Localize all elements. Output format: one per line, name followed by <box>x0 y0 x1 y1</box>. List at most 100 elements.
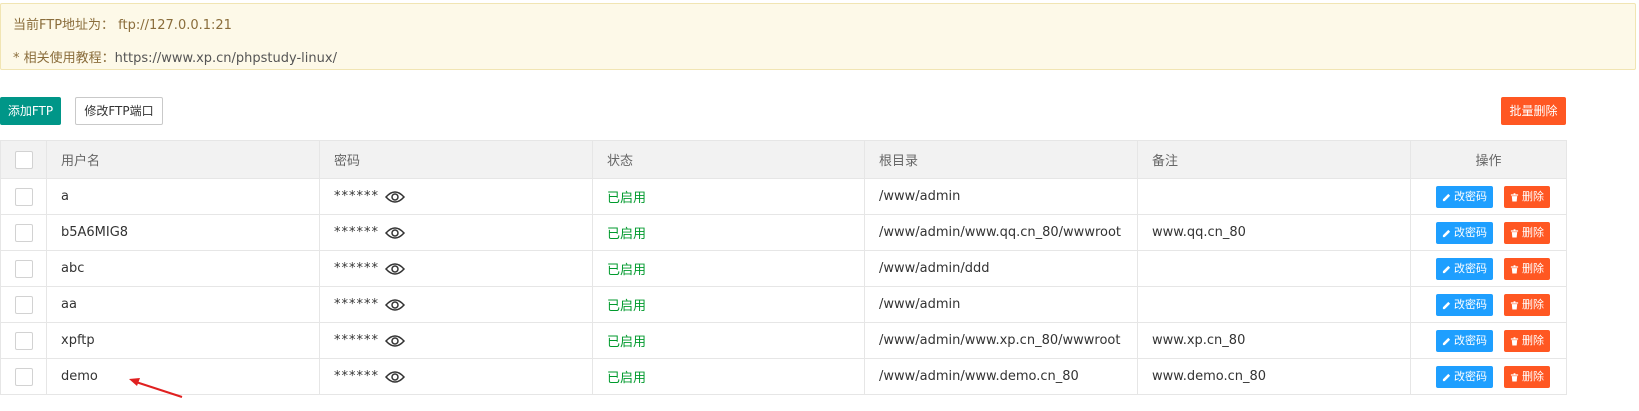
cell-password: ****** <box>319 178 593 215</box>
cell-password: ****** <box>319 250 593 287</box>
row-checkbox[interactable] <box>15 259 33 278</box>
change-password-button[interactable]: 改密码 <box>1436 329 1493 352</box>
trash-icon <box>1510 370 1522 383</box>
cell-status: 已启用 <box>592 358 865 395</box>
trash-icon <box>1510 262 1522 275</box>
edit-icon <box>1442 370 1454 383</box>
row-checkbox[interactable] <box>15 223 33 242</box>
change-password-button[interactable]: 改密码 <box>1436 221 1493 244</box>
select-all-checkbox[interactable] <box>15 150 33 169</box>
row-checkbox[interactable] <box>15 367 33 386</box>
change-password-label: 改密码 <box>1454 189 1487 203</box>
arrow-annotation <box>129 378 183 398</box>
cell-status: 已启用 <box>592 214 865 251</box>
cell-username: xpftp <box>46 322 320 359</box>
delete-label: 删除 <box>1522 189 1544 203</box>
password-mask: ****** <box>334 261 379 276</box>
delete-button[interactable]: 删除 <box>1504 329 1550 352</box>
change-password-button[interactable]: 改密码 <box>1436 257 1493 280</box>
cell-status: 已启用 <box>592 322 865 359</box>
eye-icon[interactable] <box>384 226 406 240</box>
delete-label: 删除 <box>1522 225 1544 239</box>
table-row: a ****** 已启用/www/admin 改密码 删除 <box>0 178 1567 215</box>
row-checkbox[interactable] <box>15 331 33 350</box>
cell-actions: 改密码 删除 <box>1410 322 1567 359</box>
table-header-row: 用户名 密码 状态 根目录 备注 操作 <box>0 140 1567 179</box>
password-mask: ****** <box>334 189 379 204</box>
eye-icon[interactable] <box>384 190 406 204</box>
batch-delete-button[interactable]: 批量删除 <box>1501 97 1566 125</box>
delete-label: 删除 <box>1522 297 1544 311</box>
cell-rootdir: /www/admin/www.xp.cn_80/wwwroot <box>864 322 1138 359</box>
cell-status: 已启用 <box>592 178 865 215</box>
delete-button[interactable]: 删除 <box>1504 365 1550 388</box>
cell-rootdir: /www/admin/ddd <box>864 250 1138 287</box>
trash-icon <box>1510 298 1522 311</box>
table-row: aa ****** 已启用/www/admin 改密码 删除 <box>0 286 1567 323</box>
change-password-button[interactable]: 改密码 <box>1436 185 1493 208</box>
cell-rootdir: /www/admin <box>864 178 1138 215</box>
change-password-label: 改密码 <box>1454 297 1487 311</box>
cell-rootdir: /www/admin/www.qq.cn_80/wwwroot <box>864 214 1138 251</box>
delete-button[interactable]: 删除 <box>1504 257 1550 280</box>
cell-actions: 改密码 删除 <box>1410 214 1567 251</box>
tutorial-label: * 相关使用教程： <box>13 51 115 66</box>
trash-icon <box>1510 334 1522 347</box>
delete-button[interactable]: 删除 <box>1504 221 1550 244</box>
add-ftp-button[interactable]: 添加FTP <box>0 97 61 125</box>
delete-button[interactable]: 删除 <box>1504 293 1550 316</box>
cell-remark <box>1137 178 1411 215</box>
eye-icon[interactable] <box>384 334 406 348</box>
cell-rootdir: /www/admin <box>864 286 1138 323</box>
change-ftp-port-button[interactable]: 修改FTP端口 <box>75 97 163 125</box>
row-checkbox-cell <box>0 214 47 251</box>
eye-icon[interactable] <box>384 370 406 384</box>
trash-icon <box>1510 190 1522 203</box>
cell-remark: www.qq.cn_80 <box>1137 214 1411 251</box>
cell-actions: 改密码 删除 <box>1410 286 1567 323</box>
header-status: 状态 <box>592 140 865 179</box>
header-rootdir: 根目录 <box>864 140 1138 179</box>
row-checkbox-cell <box>0 178 47 215</box>
cell-password: ****** <box>319 358 593 395</box>
edit-icon <box>1442 298 1454 311</box>
table-row: demo ****** 已启用/www/admin/www.demo.cn_80 ww… <box>0 358 1567 395</box>
change-password-label: 改密码 <box>1454 225 1487 239</box>
trash-icon <box>1510 226 1522 239</box>
ftp-table: 用户名 密码 状态 根目录 备注 操作 a ****** 已启用/www/admin… <box>0 140 1567 395</box>
cell-remark <box>1137 250 1411 287</box>
edit-icon <box>1442 190 1454 203</box>
cell-actions: 改密码 删除 <box>1410 250 1567 287</box>
cell-remark: www.xp.cn_80 <box>1137 322 1411 359</box>
cell-username: a <box>46 178 320 215</box>
eye-icon[interactable] <box>384 298 406 312</box>
delete-label: 删除 <box>1522 261 1544 275</box>
edit-icon <box>1442 262 1454 275</box>
password-mask: ****** <box>334 333 379 348</box>
row-checkbox[interactable] <box>15 187 33 206</box>
cell-remark: www.demo.cn_80 <box>1137 358 1411 395</box>
cell-password: ****** <box>319 214 593 251</box>
change-password-label: 改密码 <box>1454 333 1487 347</box>
change-password-label: 改密码 <box>1454 261 1487 275</box>
header-password: 密码 <box>319 140 593 179</box>
header-actions: 操作 <box>1410 140 1567 179</box>
row-checkbox[interactable] <box>15 295 33 314</box>
delete-button[interactable]: 删除 <box>1504 185 1550 208</box>
cell-username: aa <box>46 286 320 323</box>
header-remark: 备注 <box>1137 140 1411 179</box>
eye-icon[interactable] <box>384 262 406 276</box>
table-row: b5A6MIG8 ****** 已启用/www/admin/www.qq.cn_80… <box>0 214 1567 251</box>
delete-label: 删除 <box>1522 333 1544 347</box>
cell-status: 已启用 <box>592 250 865 287</box>
tutorial-line: * 相关使用教程：https://www.xp.cn/phpstudy-linu… <box>13 47 337 66</box>
cell-actions: 改密码 删除 <box>1410 358 1567 395</box>
table-row: abc ****** 已启用/www/admin/ddd 改密码 删除 <box>0 250 1567 287</box>
change-password-button[interactable]: 改密码 <box>1436 293 1493 316</box>
ftp-notice-box: 当前FTP地址为： ftp://127.0.0.1:21 * 相关使用教程：ht… <box>0 3 1636 70</box>
tutorial-link[interactable]: https://www.xp.cn/phpstudy-linux/ <box>115 51 337 66</box>
change-password-button[interactable]: 改密码 <box>1436 365 1493 388</box>
cell-password: ****** <box>319 286 593 323</box>
delete-label: 删除 <box>1522 369 1544 383</box>
header-username: 用户名 <box>46 140 320 179</box>
